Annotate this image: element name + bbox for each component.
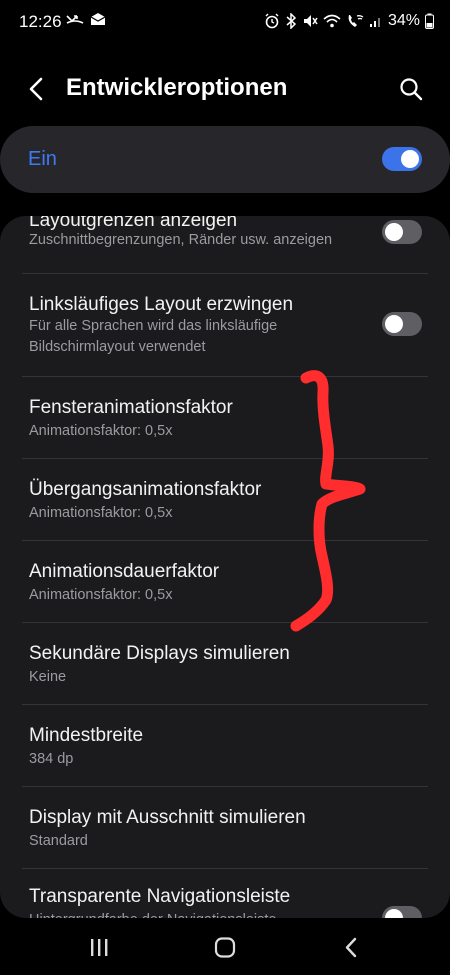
force-rtl-toggle[interactable] bbox=[382, 312, 422, 336]
setting-row-force-rtl[interactable]: Linksläufiges Layout erzwingen Für alle … bbox=[0, 274, 450, 376]
developer-options-master-switch[interactable]: Ein bbox=[0, 126, 450, 193]
signal-icon bbox=[369, 18, 380, 27]
setting-subtitle: Animationsfaktor: 0,5x bbox=[29, 423, 173, 439]
setting-row-layout-bounds[interactable]: Layoutgrenzen anzeigen Zuschnittbegrenzu… bbox=[0, 216, 450, 272]
back-button[interactable] bbox=[22, 74, 52, 104]
setting-title: Display mit Ausschnitt simulieren bbox=[29, 807, 306, 828]
setting-title: Übergangsanimationsfaktor bbox=[29, 479, 262, 500]
setting-row-animator-duration-scale[interactable]: Animationsdauerfaktor Animationsfaktor: … bbox=[0, 541, 450, 622]
search-button[interactable] bbox=[396, 74, 426, 104]
setting-row-smallest-width[interactable]: Mindestbreite 384 dp bbox=[0, 705, 450, 786]
bluetooth-icon bbox=[286, 13, 297, 29]
setting-row-window-animation-scale[interactable]: Fensteranimationsfaktor Animationsfaktor… bbox=[0, 377, 450, 458]
setting-subtitle: Keine bbox=[29, 669, 67, 685]
mail-icon bbox=[90, 13, 106, 25]
settings-list: Layoutgrenzen anzeigen Zuschnittbegrenzu… bbox=[0, 216, 450, 918]
toggle-knob bbox=[385, 223, 403, 241]
alarm-icon bbox=[265, 13, 279, 29]
setting-subtitle: 384 dp bbox=[29, 751, 74, 767]
setting-title: Animationsdauerfaktor bbox=[29, 561, 220, 582]
back-arrow-icon bbox=[29, 77, 43, 101]
setting-subtitle: Animationsfaktor: 0,5x bbox=[29, 505, 173, 521]
recents-button[interactable] bbox=[84, 932, 114, 962]
home-icon bbox=[214, 937, 236, 958]
missed-call-icon bbox=[66, 15, 84, 24]
setting-subtitle: Hintergrundfarbe der Navigationsleiste bbox=[29, 910, 359, 918]
app-bar: Entwickleroptionen bbox=[0, 60, 450, 120]
home-button[interactable] bbox=[210, 932, 240, 962]
wifi-calling-icon bbox=[348, 15, 364, 27]
status-bar: 12:26 34% bbox=[0, 0, 450, 44]
status-time: 12:26 bbox=[19, 12, 62, 31]
battery-percent: 34% bbox=[387, 12, 420, 29]
setting-subtitle: Für alle Sprachen wird das linksläufige … bbox=[29, 318, 278, 355]
setting-title: Mindestbreite bbox=[29, 725, 144, 746]
setting-row-transition-animation-scale[interactable]: Übergangsanimationsfaktor Animationsfakt… bbox=[0, 459, 450, 540]
status-notification-icons bbox=[66, 12, 106, 26]
setting-row-transparent-navigation-bar[interactable]: Transparente Navigationsleiste Hintergru… bbox=[0, 869, 450, 918]
battery-icon bbox=[425, 13, 434, 29]
wifi-icon bbox=[323, 14, 341, 28]
setting-title: Sekundäre Displays simulieren bbox=[29, 643, 290, 664]
toggle-knob bbox=[385, 315, 403, 333]
nav-back-button[interactable] bbox=[337, 932, 367, 962]
master-switch-label: Ein bbox=[28, 148, 57, 170]
page-title: Entwickleroptionen bbox=[66, 74, 288, 101]
setting-title: Linksläufiges Layout erzwingen bbox=[29, 294, 294, 315]
navigation-bar bbox=[0, 918, 450, 975]
setting-subtitle: Zuschnittbegrenzungen, Ränder usw. anzei… bbox=[29, 232, 333, 248]
search-icon bbox=[400, 78, 423, 101]
setting-subtitle: Standard bbox=[29, 833, 88, 849]
master-toggle[interactable] bbox=[382, 147, 422, 171]
transparent-nav-toggle[interactable] bbox=[382, 906, 422, 918]
back-icon bbox=[345, 937, 357, 958]
recents-icon bbox=[91, 939, 108, 956]
setting-title: Fensteranimationsfaktor bbox=[29, 397, 233, 418]
mute-icon bbox=[303, 15, 318, 27]
setting-title: Transparente Navigationsleiste bbox=[29, 886, 291, 907]
setting-row-simulate-secondary-displays[interactable]: Sekundäre Displays simulieren Keine bbox=[0, 623, 450, 704]
setting-row-display-cutout[interactable]: Display mit Ausschnitt simulieren Standa… bbox=[0, 787, 450, 868]
status-system-icons: 34% bbox=[264, 12, 434, 30]
layout-bounds-toggle[interactable] bbox=[382, 220, 422, 244]
toggle-knob bbox=[401, 150, 419, 168]
setting-subtitle: Animationsfaktor: 0,5x bbox=[29, 587, 173, 603]
toggle-knob bbox=[385, 909, 403, 918]
